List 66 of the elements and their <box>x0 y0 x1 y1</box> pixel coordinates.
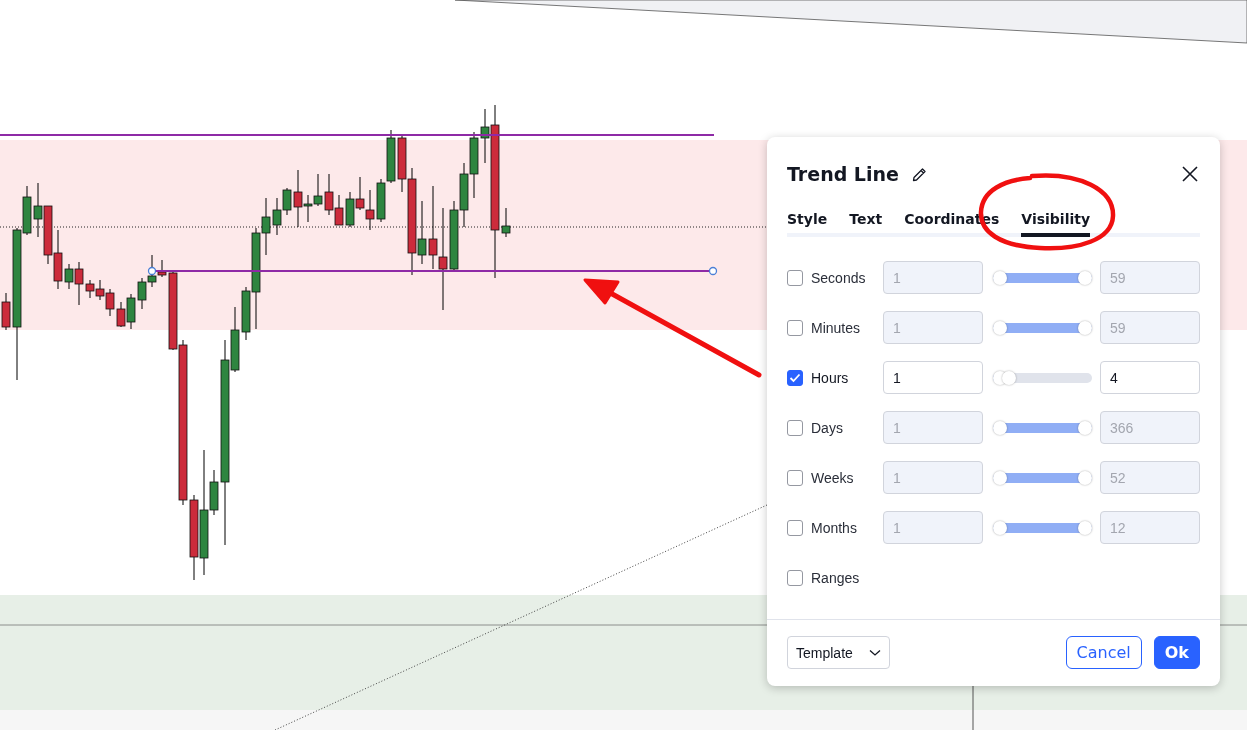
number-field[interactable]: 52 <box>1100 461 1200 494</box>
candle <box>105 288 115 317</box>
candle <box>355 176 365 211</box>
checkbox-label: Months <box>811 519 857 536</box>
candle <box>43 205 53 265</box>
slider-handle[interactable] <box>1078 470 1092 485</box>
number-field[interactable]: 366 <box>1100 411 1200 444</box>
slider-handle[interactable] <box>993 470 1007 485</box>
cancel-button[interactable]: Cancel <box>1065 636 1142 669</box>
number-field[interactable]: 1 <box>883 311 983 344</box>
slider-handle[interactable] <box>1078 320 1092 335</box>
checkbox-label: Ranges <box>811 569 860 586</box>
checkbox[interactable] <box>787 469 803 486</box>
candle <box>459 162 469 228</box>
number-field[interactable]: 59 <box>1100 311 1200 344</box>
slider-handle[interactable] <box>993 420 1007 435</box>
caret-icon <box>868 648 881 657</box>
template-dropdown[interactable]: Template <box>787 636 890 669</box>
number-field[interactable]: 1 <box>883 261 983 294</box>
ok-button[interactable]: Ok <box>1153 636 1200 669</box>
slider-handle[interactable] <box>993 270 1007 285</box>
close-button[interactable] <box>1180 164 1200 184</box>
candle <box>95 279 105 301</box>
number-field[interactable]: 1 <box>883 411 983 444</box>
tab[interactable]: Style <box>787 205 828 237</box>
candle <box>126 293 136 330</box>
candle <box>376 178 386 223</box>
checkbox[interactable] <box>787 419 803 436</box>
line-handle[interactable] <box>708 266 718 276</box>
number-field[interactable]: 59 <box>1100 261 1200 294</box>
checkbox-label: Weeks <box>811 469 854 486</box>
checkbox[interactable] <box>787 369 803 386</box>
candle <box>469 131 479 199</box>
number-field[interactable]: 1 <box>883 361 983 394</box>
checkbox[interactable] <box>787 269 803 286</box>
tab[interactable]: Text <box>849 205 883 237</box>
line-handle[interactable] <box>147 266 157 276</box>
checkbox-label: Days <box>811 419 843 436</box>
candle <box>33 182 43 238</box>
candle <box>116 301 126 328</box>
candle <box>365 189 375 231</box>
number-field[interactable]: 1 <box>883 511 983 544</box>
slider-handle[interactable] <box>1078 270 1092 285</box>
candle <box>137 277 147 310</box>
slider-handle[interactable] <box>993 520 1007 535</box>
number-field[interactable]: 12 <box>1100 511 1200 544</box>
candle <box>324 173 334 216</box>
slider-handle[interactable] <box>1078 520 1092 535</box>
checkbox[interactable] <box>787 569 803 586</box>
checkbox-label: Minutes <box>811 319 861 336</box>
number-field[interactable]: 1 <box>883 461 983 494</box>
slider-handle[interactable] <box>993 320 1007 335</box>
checkbox-label: Hours <box>811 369 849 386</box>
checkbox[interactable] <box>787 519 803 536</box>
checkbox[interactable] <box>787 319 803 336</box>
checkbox-label: Seconds <box>811 269 866 286</box>
pencil-icon[interactable] <box>910 165 928 183</box>
tab[interactable]: Visibility <box>1021 205 1091 237</box>
candle <box>334 194 344 226</box>
number-field[interactable]: 4 <box>1100 361 1200 394</box>
dialog-title: Trend Line <box>787 163 899 185</box>
candle <box>313 173 323 207</box>
candle <box>386 129 396 184</box>
slider-handle[interactable] <box>1078 420 1092 435</box>
range-slider[interactable] <box>993 370 1092 385</box>
candle <box>345 191 355 228</box>
